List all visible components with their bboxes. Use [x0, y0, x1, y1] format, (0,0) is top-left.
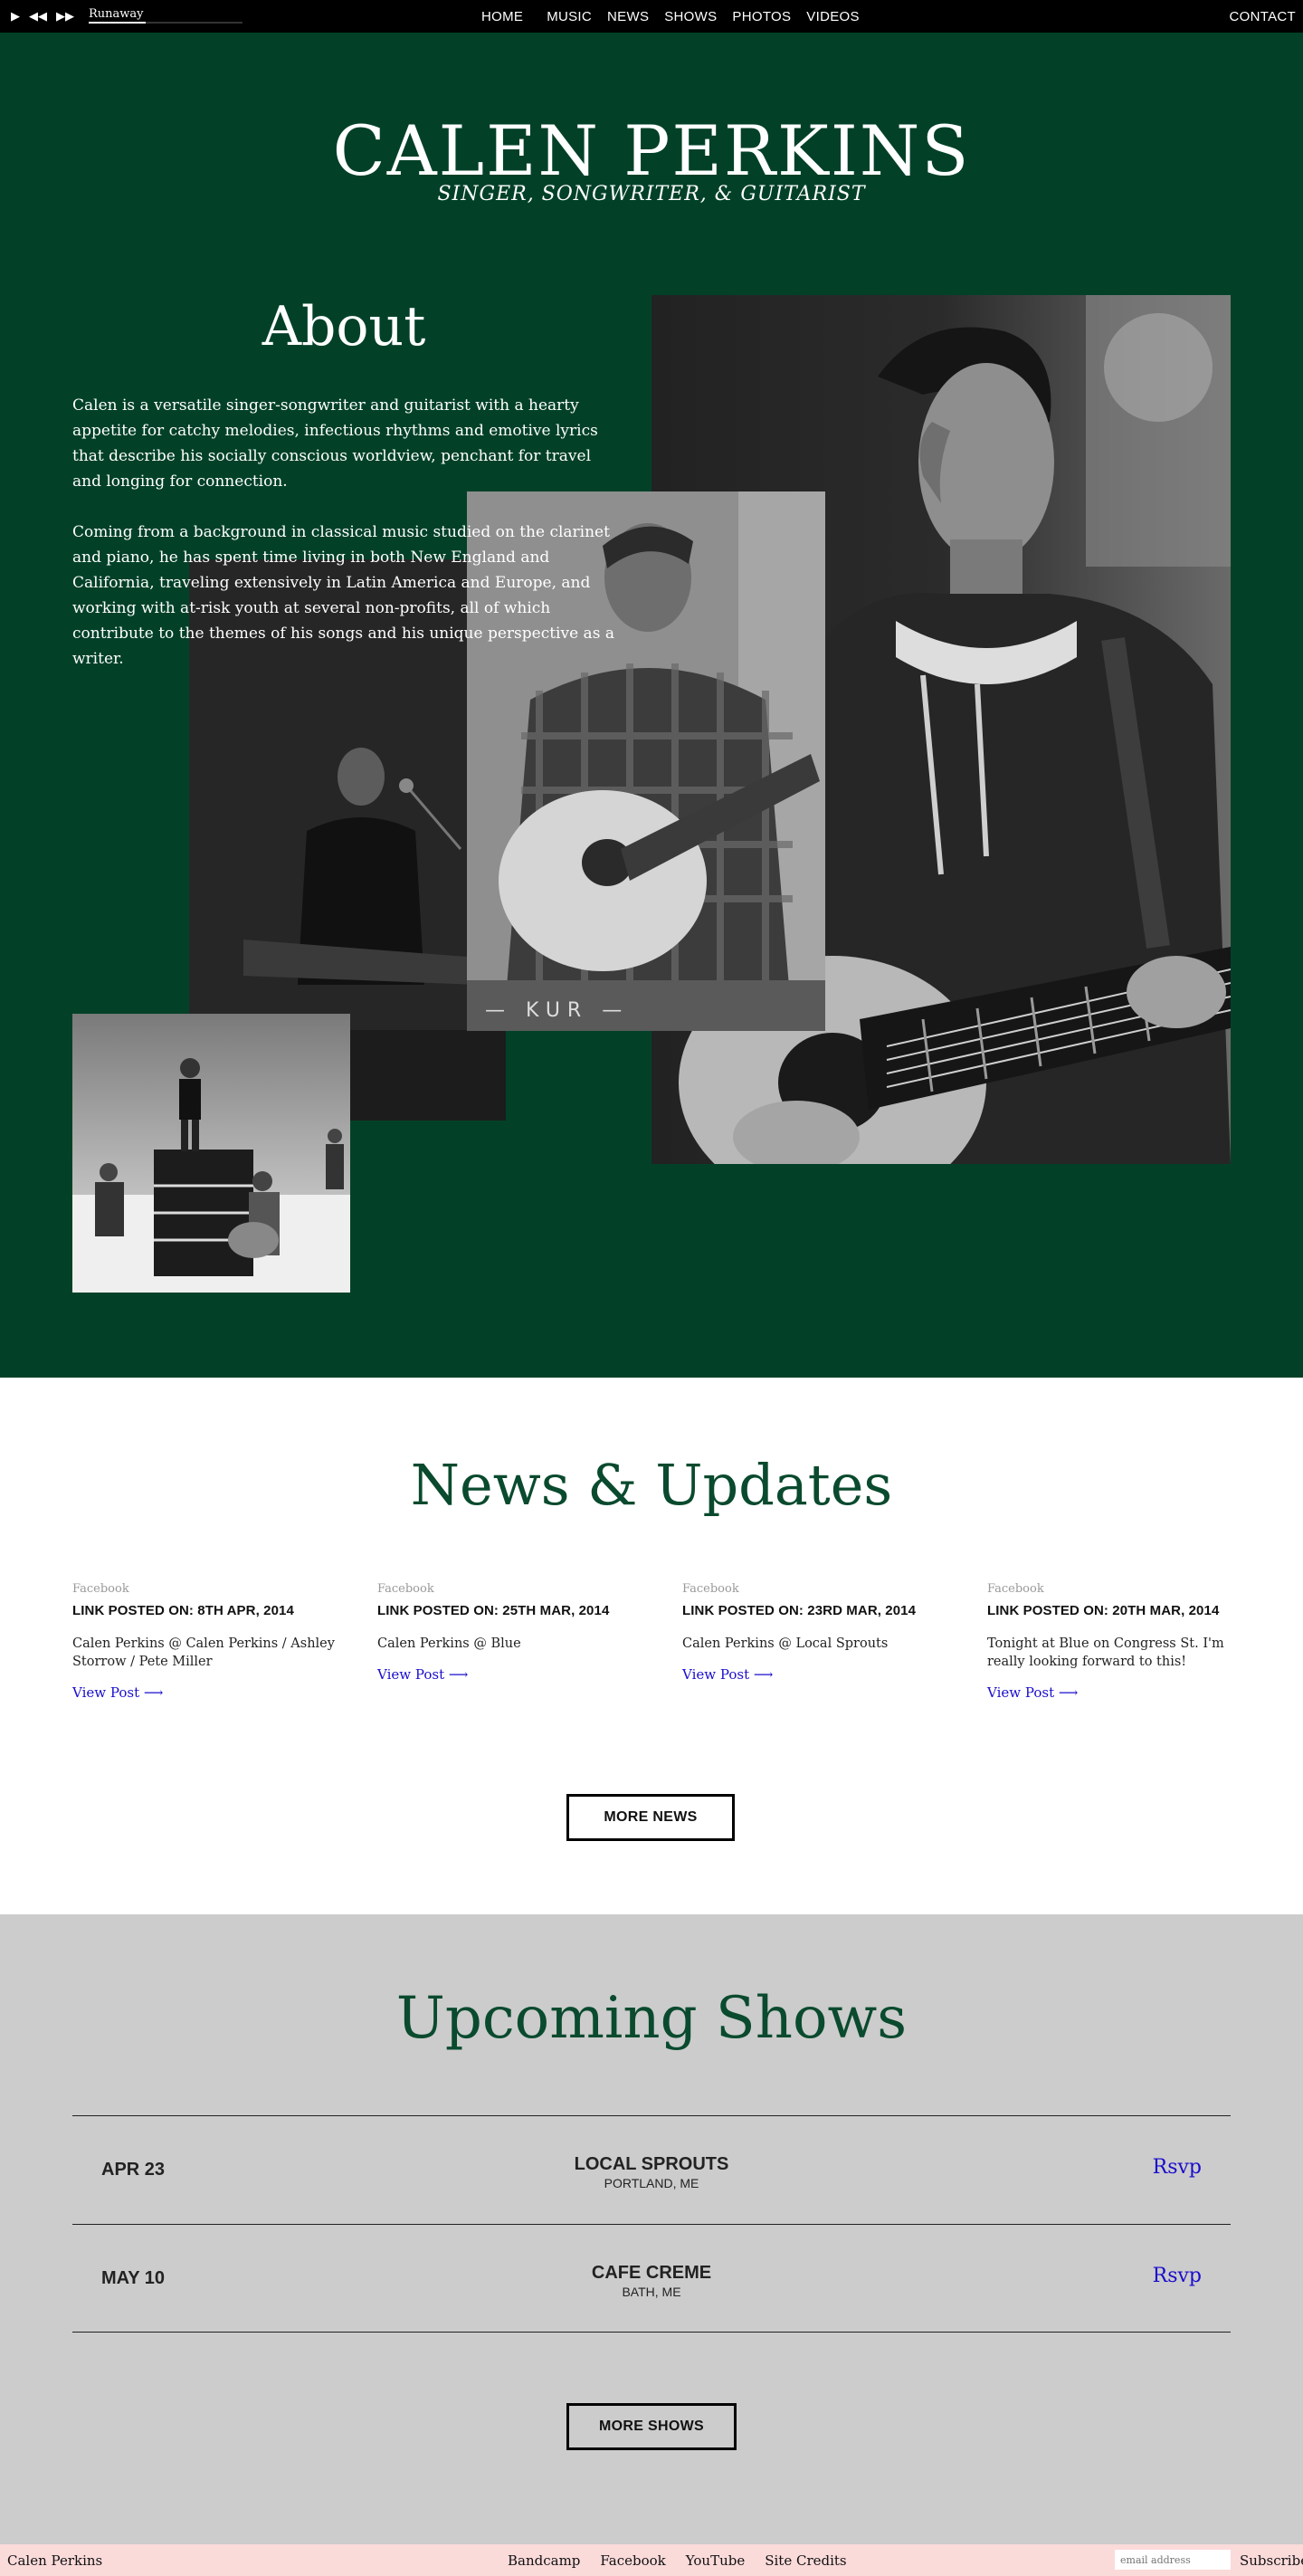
- show-location: PORTLAND, ME: [604, 2176, 699, 2190]
- nav-photos[interactable]: PHOTOS: [732, 9, 791, 24]
- site-subtitle: SINGER, SONGWRITER, & GUITARIST: [437, 183, 866, 205]
- news-section: News & Updates Facebook LINK POSTED ON: …: [0, 1378, 1303, 1914]
- about-text: Calen is a versatile singer-songwriter a…: [72, 393, 624, 697]
- view-post-link[interactable]: View Post ⟶: [987, 1684, 1078, 1701]
- about-paragraph: Coming from a background in classical mu…: [72, 523, 614, 668]
- nav-videos[interactable]: VIDEOS: [806, 9, 859, 24]
- shows-title: Upcoming Shows: [395, 1985, 908, 2052]
- more-shows-button[interactable]: MORE SHOWS: [566, 2403, 737, 2450]
- nav-home[interactable]: HOME: [481, 9, 523, 24]
- news-body: Tonight at Blue on Congress St. I'm real…: [987, 1636, 1224, 1669]
- band-photo: [72, 1014, 350, 1293]
- about-paragraph: Calen is a versatile singer-songwriter a…: [72, 396, 598, 491]
- news-date: LINK POSTED ON: 23RD MAR, 2014: [682, 1603, 917, 1618]
- news-item: Facebook LINK POSTED ON: 25TH MAR, 2014 …: [377, 1582, 640, 1683]
- rsvp-link[interactable]: Rsvp: [1153, 2265, 1202, 2287]
- footer-link-facebook[interactable]: Facebook: [600, 2552, 665, 2569]
- news-title: News & Updates: [410, 1452, 893, 1518]
- show-row: MAY 10 CAFE CREME BATH, ME Rsvp: [72, 2224, 1231, 2333]
- footer-artist-name: Calen Perkins: [7, 2552, 103, 2569]
- shows-section: Upcoming Shows APR 23 LOCAL SPROUTS PORT…: [0, 1914, 1303, 2544]
- show-venue: CAFE CREME: [591, 2263, 712, 2283]
- footer-link-bandcamp[interactable]: Bandcamp: [508, 2552, 580, 2569]
- news-item: Facebook LINK POSTED ON: 23RD MAR, 2014 …: [682, 1582, 945, 1683]
- footer-links: Bandcamp Facebook YouTube Site Credits: [508, 2552, 867, 2569]
- news-source: Facebook: [987, 1582, 1044, 1596]
- news-item: Facebook LINK POSTED ON: 20TH MAR, 2014 …: [987, 1582, 1250, 1701]
- subscribe-button[interactable]: Subscribe: [1240, 2552, 1303, 2569]
- footer: Calen Perkins Bandcamp Facebook YouTube …: [0, 2544, 1303, 2576]
- footer-link-youtube[interactable]: YouTube: [686, 2552, 745, 2569]
- email-input[interactable]: [1115, 2550, 1231, 2570]
- top-bar: ▶ ◀◀ ▶▶ Runaway HOME MUSIC NEWS SHOWS PH…: [0, 0, 1303, 33]
- news-item: Facebook LINK POSTED ON: 8TH APR, 2014 C…: [72, 1582, 335, 1701]
- rsvp-link[interactable]: Rsvp: [1153, 2156, 1202, 2179]
- show-venue: LOCAL SPROUTS: [574, 2154, 729, 2174]
- news-date: LINK POSTED ON: 20TH MAR, 2014: [987, 1603, 1220, 1618]
- view-post-link[interactable]: View Post ⟶: [72, 1684, 163, 1701]
- view-post-link[interactable]: View Post ⟶: [682, 1666, 773, 1683]
- about-title: About: [262, 295, 426, 358]
- news-body: Calen Perkins @ Blue: [377, 1636, 521, 1651]
- audio-player: ▶ ◀◀ ▶▶ Runaway: [11, 0, 243, 33]
- next-icon[interactable]: ▶▶: [56, 11, 74, 23]
- main-nav: HOME MUSIC NEWS SHOWS PHOTOS VIDEOS: [481, 0, 875, 33]
- nav-shows[interactable]: SHOWS: [664, 9, 717, 24]
- play-icon[interactable]: ▶: [11, 11, 20, 23]
- nav-news[interactable]: NEWS: [607, 9, 649, 24]
- news-date: LINK POSTED ON: 8TH APR, 2014: [72, 1603, 294, 1618]
- progress-fill: [89, 22, 146, 24]
- site-title: CALEN PERKINS: [332, 110, 971, 191]
- track-progress[interactable]: Runaway: [89, 0, 243, 33]
- news-source: Facebook: [72, 1582, 129, 1596]
- svg-text:— KUR —: — KUR —: [485, 999, 629, 1022]
- hero-section: CALEN PERKINS SINGER, SONGWRITER, & GUIT…: [0, 33, 1303, 1378]
- news-source: Facebook: [682, 1582, 739, 1596]
- show-row: APR 23 LOCAL SPROUTS PORTLAND, ME Rsvp: [72, 2115, 1231, 2224]
- more-news-button[interactable]: MORE NEWS: [566, 1794, 735, 1841]
- show-location: BATH, ME: [622, 2285, 681, 2299]
- view-post-link[interactable]: View Post ⟶: [377, 1666, 468, 1683]
- news-date: LINK POSTED ON: 25TH MAR, 2014: [377, 1603, 610, 1618]
- news-body: Calen Perkins @ Local Sprouts: [682, 1636, 889, 1651]
- previous-icon[interactable]: ◀◀: [29, 11, 47, 23]
- nav-contact[interactable]: CONTACT: [1230, 9, 1296, 24]
- nav-music[interactable]: MUSIC: [547, 9, 592, 24]
- footer-link-site-credits[interactable]: Site Credits: [765, 2552, 846, 2569]
- news-source: Facebook: [377, 1582, 434, 1596]
- track-title: Runaway: [89, 7, 144, 21]
- news-body: Calen Perkins @ Calen Perkins / Ashley S…: [72, 1636, 335, 1669]
